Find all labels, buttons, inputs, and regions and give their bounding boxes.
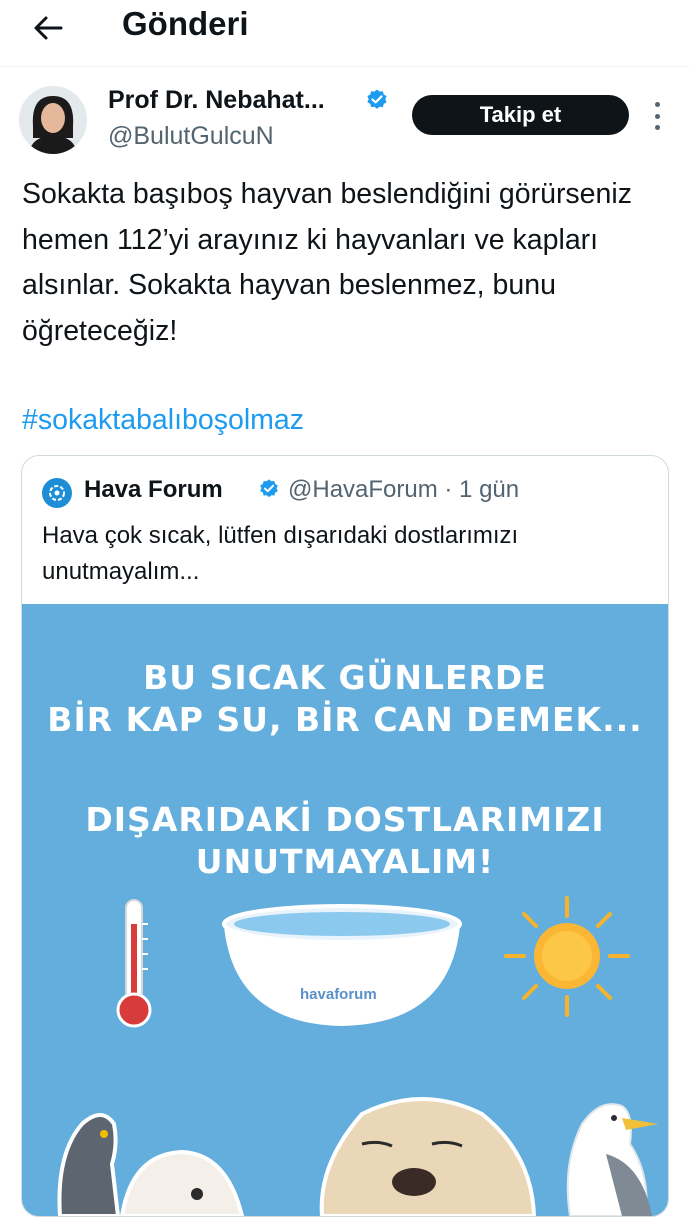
thermometer-icon bbox=[116, 899, 152, 1028]
quote-text: Hava çok sıcak, lütfen dışarıdaki dostla… bbox=[42, 522, 519, 585]
author-avatar[interactable] bbox=[19, 86, 87, 154]
image-headline-3: DIŞARIDAKİ DOSTLARIMIZI bbox=[85, 800, 605, 839]
water-bowl-icon bbox=[222, 904, 462, 1026]
bowl-brand-label: havaforum bbox=[300, 986, 377, 1003]
author-name[interactable]: Prof Dr. Nebahat... bbox=[108, 84, 325, 116]
verified-badge-icon bbox=[260, 479, 278, 498]
top-bar: Gönderi bbox=[0, 0, 689, 67]
post-text: Sokakta başıboş hayvan beslendiğini görü… bbox=[22, 178, 632, 347]
back-button[interactable] bbox=[28, 8, 68, 48]
hava-forum-logo-icon bbox=[42, 478, 72, 508]
arrow-left-icon bbox=[34, 16, 63, 40]
follow-button[interactable]: Takip et bbox=[412, 95, 629, 135]
image-headline-4: UNUTMAYALIM! bbox=[195, 842, 495, 881]
avatar-image bbox=[19, 86, 87, 154]
author-handle[interactable]: @BulutGulcuN bbox=[108, 120, 274, 152]
verified-badge-icon bbox=[367, 89, 387, 109]
cloud-icon bbox=[49, 485, 65, 501]
dot bbox=[654, 102, 660, 107]
hashtag-link[interactable]: #sokaktabalıboşolmaz bbox=[22, 398, 304, 443]
image-headline-2: BİR KAP SU, BİR CAN DEMEK... bbox=[47, 700, 643, 739]
dot bbox=[654, 113, 660, 119]
more-options-icon[interactable] bbox=[650, 102, 664, 130]
quote-handle-time: @HavaForum · 1 gün bbox=[288, 476, 520, 503]
sun-icon bbox=[504, 896, 630, 1017]
page-title: Gönderi bbox=[122, 5, 249, 42]
quoted-post[interactable]: Hava Forum @HavaForum · 1 gün Hava çok s… bbox=[21, 455, 669, 1217]
image-headline-1: BU SICAK GÜNLERDE bbox=[143, 658, 547, 697]
quote-media-image[interactable]: BU SICAK GÜNLERDE BİR KAP SU, BİR CAN DE… bbox=[22, 604, 668, 1216]
animals-illustration bbox=[57, 1097, 658, 1216]
dot bbox=[654, 125, 660, 130]
quote-author-name: Hava Forum bbox=[84, 476, 223, 503]
